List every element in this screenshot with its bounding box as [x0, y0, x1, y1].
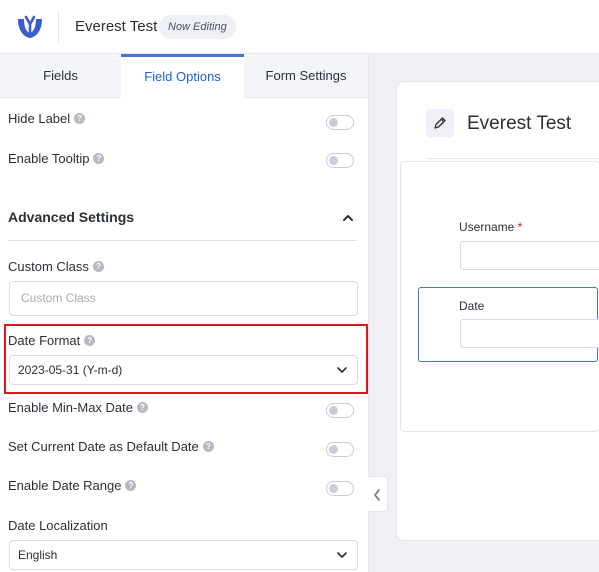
- min-max-row: Enable Min-Max Date ?: [8, 400, 148, 415]
- field-options-panel: Fields Field Options Form Settings Hide …: [0, 54, 369, 572]
- username-field-label: Username *: [459, 220, 522, 234]
- date-range-label: Enable Date Range: [8, 478, 122, 493]
- date-localization-label: Date Localization: [8, 518, 108, 533]
- chevron-left-icon: [374, 489, 380, 501]
- date-localization-select[interactable]: English: [9, 540, 358, 570]
- custom-class-label: Custom Class: [8, 259, 89, 274]
- hide-label-label: Hide Label: [8, 111, 71, 126]
- date-localization-row: Date Localization: [8, 518, 108, 533]
- tab-form-settings[interactable]: Form Settings: [244, 54, 368, 98]
- date-format-row: Date Format ?: [8, 333, 96, 348]
- chevron-down-icon: [337, 367, 347, 373]
- custom-class-input[interactable]: Custom Class: [9, 281, 358, 316]
- date-field-label: Date: [459, 299, 485, 313]
- tab-field-options[interactable]: Field Options: [121, 54, 244, 99]
- date-range-toggle[interactable]: [326, 481, 354, 496]
- date-format-value: 2023-05-31 (Y-m-d): [18, 363, 123, 377]
- advanced-settings-heading[interactable]: Advanced Settings: [8, 209, 134, 225]
- enable-tooltip-label: Enable Tooltip: [8, 151, 90, 166]
- date-format-label: Date Format: [8, 333, 81, 348]
- help-icon[interactable]: ?: [84, 335, 96, 346]
- toolbar-divider: [58, 12, 59, 42]
- canvas-divider: [426, 158, 599, 159]
- enable-tooltip-toggle[interactable]: [326, 153, 354, 168]
- date-range-row: Enable Date Range ?: [8, 478, 137, 493]
- help-icon[interactable]: ?: [74, 113, 86, 124]
- help-icon[interactable]: ?: [93, 153, 105, 164]
- current-date-row: Set Current Date as Default Date ?: [8, 439, 214, 454]
- date-input[interactable]: [460, 319, 599, 348]
- username-input[interactable]: [460, 241, 599, 270]
- help-icon[interactable]: ?: [92, 261, 104, 272]
- min-max-toggle[interactable]: [326, 403, 354, 418]
- chevron-down-icon: [337, 552, 347, 558]
- date-format-select[interactable]: 2023-05-31 (Y-m-d): [9, 355, 358, 385]
- date-localization-value: English: [18, 548, 58, 562]
- section-divider: [8, 240, 357, 241]
- hide-label-toggle[interactable]: [326, 115, 354, 130]
- collapse-panel-button[interactable]: [368, 476, 388, 512]
- form-preview-area: Everest Test Username * Date: [369, 54, 599, 572]
- hide-label-row: Hide Label ?: [8, 111, 86, 126]
- chevron-up-icon[interactable]: [340, 210, 356, 226]
- panel-tabs: Fields Field Options Form Settings: [0, 54, 368, 99]
- pencil-icon[interactable]: [426, 109, 454, 137]
- top-bar: Everest Test Now Editing: [0, 0, 599, 54]
- now-editing-badge: Now Editing: [159, 15, 236, 39]
- tab-fields[interactable]: Fields: [0, 54, 121, 98]
- app-title: Everest Test: [75, 18, 158, 35]
- help-icon[interactable]: ?: [125, 480, 137, 491]
- current-date-label: Set Current Date as Default Date: [8, 439, 199, 454]
- username-label-text: Username: [459, 220, 515, 234]
- current-date-toggle[interactable]: [326, 442, 354, 457]
- form-title[interactable]: Everest Test: [467, 113, 571, 135]
- help-icon[interactable]: ?: [137, 402, 148, 413]
- logo-icon: [14, 11, 46, 43]
- required-marker: *: [517, 220, 523, 234]
- custom-class-row: Custom Class ?: [8, 259, 104, 274]
- help-icon[interactable]: ?: [202, 441, 214, 452]
- min-max-label: Enable Min-Max Date: [8, 400, 133, 415]
- enable-tooltip-row: Enable Tooltip ?: [8, 151, 105, 166]
